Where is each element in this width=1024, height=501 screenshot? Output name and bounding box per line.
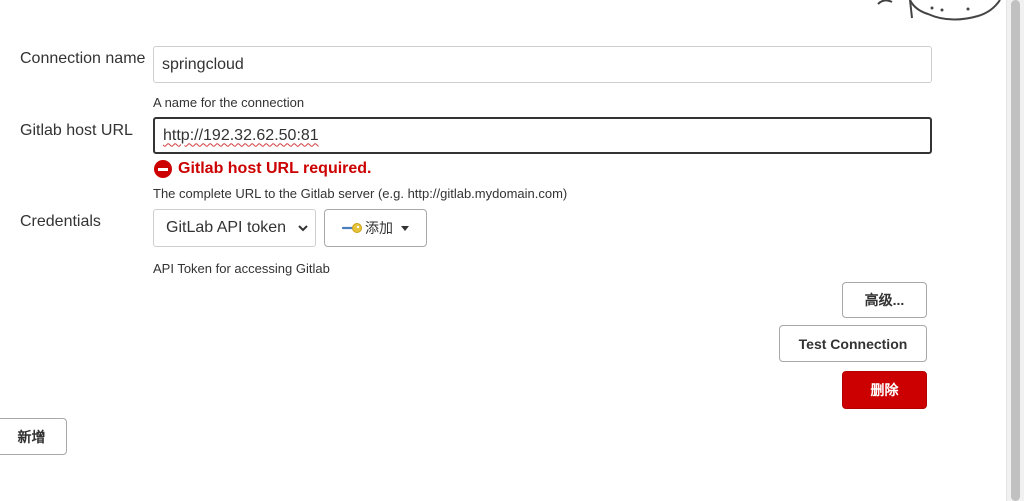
key-icon [342,223,362,233]
scrollbar-thumb[interactable] [1011,0,1020,501]
host-url-error: Gitlab host URL required. [178,160,372,177]
host-url-help: The complete URL to the Gitlab server (e… [153,186,568,201]
connection-name-input[interactable] [153,46,932,83]
error-circle-icon [154,160,172,178]
connection-name-help: A name for the connection [153,95,305,110]
mascot-decoration [877,0,1001,21]
delete-button[interactable]: 删除 [842,371,927,409]
credentials-selected-value: GitLab API token [166,219,287,236]
add-credentials-button[interactable]: 添加 [324,209,427,247]
connection-name-label: Connection name [20,50,146,67]
chevron-down-icon [298,225,308,232]
add-new-button[interactable]: 新增 [0,418,67,455]
vertical-scrollbar[interactable] [1006,0,1024,501]
host-url-label: Gitlab host URL [20,122,133,139]
host-url-value: http://192.32.62.50:81 [163,126,319,144]
add-credentials-label: 添加 [365,220,393,236]
caret-down-icon [401,225,409,231]
advanced-button[interactable]: 高级... [842,282,927,318]
host-url-input[interactable]: http://192.32.62.50:81 [153,117,932,154]
test-connection-button[interactable]: Test Connection [779,325,927,362]
credentials-select[interactable]: GitLab API token [153,209,316,247]
credentials-label: Credentials [20,213,101,230]
credentials-help: API Token for accessing Gitlab [153,261,330,276]
